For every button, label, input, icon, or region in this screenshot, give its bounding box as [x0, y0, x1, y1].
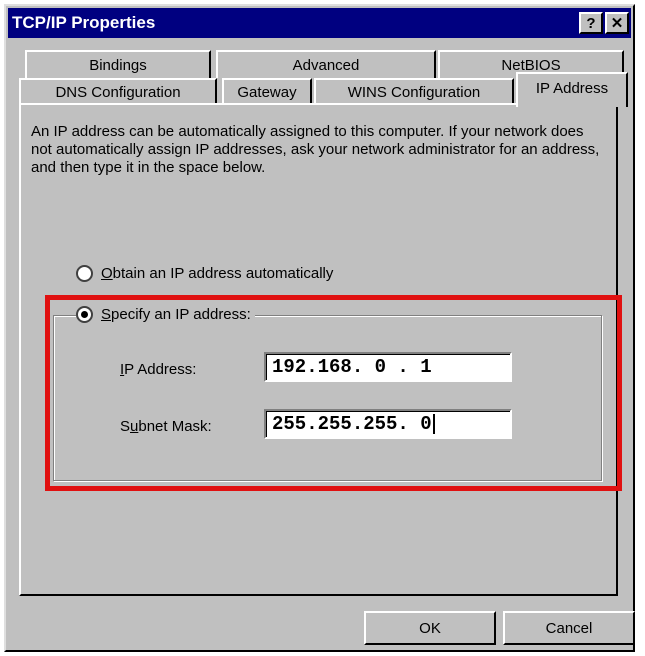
close-button[interactable]: ✕ [605, 12, 629, 34]
obtain-ip-radio[interactable] [76, 265, 93, 282]
window-title: TCP/IP Properties [12, 13, 156, 32]
subnet-mask-field[interactable]: 255.255.255. 0 [264, 409, 512, 439]
specify-ip-radio[interactable] [76, 306, 93, 323]
tab-ip-address[interactable]: IP Address [516, 72, 628, 107]
specify-ip-groupbox: IP Address: 192.168. 0 . 1 Subnet Mask: … [53, 315, 602, 481]
tab-dns-configuration[interactable]: DNS Configuration [19, 78, 217, 105]
specify-ip-option[interactable]: Specify an IP address: [76, 306, 255, 323]
ip-address-field[interactable]: 192.168. 0 . 1 [264, 352, 512, 382]
ip-address-label: IP Address: [120, 361, 197, 378]
tab-gateway[interactable]: Gateway [222, 78, 312, 105]
help-button[interactable]: ? [579, 12, 603, 34]
tab-advanced[interactable]: Advanced [216, 50, 436, 78]
obtain-ip-option[interactable]: Obtain an IP address automatically [76, 265, 333, 282]
obtain-ip-label: Obtain an IP address automatically [101, 265, 334, 282]
title-bar[interactable]: TCP/IP Properties ? ✕ [8, 8, 631, 38]
subnet-mask-label: Subnet Mask: [120, 418, 212, 435]
text-caret [432, 413, 435, 434]
ok-button[interactable]: OK [364, 611, 496, 645]
cancel-button[interactable]: Cancel [503, 611, 635, 645]
specify-ip-label: Specify an IP address: [101, 306, 251, 323]
description-text: An IP address can be automatically assig… [31, 123, 600, 176]
ip-address-panel: An IP address can be automatically assig… [19, 103, 618, 596]
tab-wins-configuration[interactable]: WINS Configuration [314, 78, 514, 105]
tab-bindings[interactable]: Bindings [25, 50, 211, 78]
